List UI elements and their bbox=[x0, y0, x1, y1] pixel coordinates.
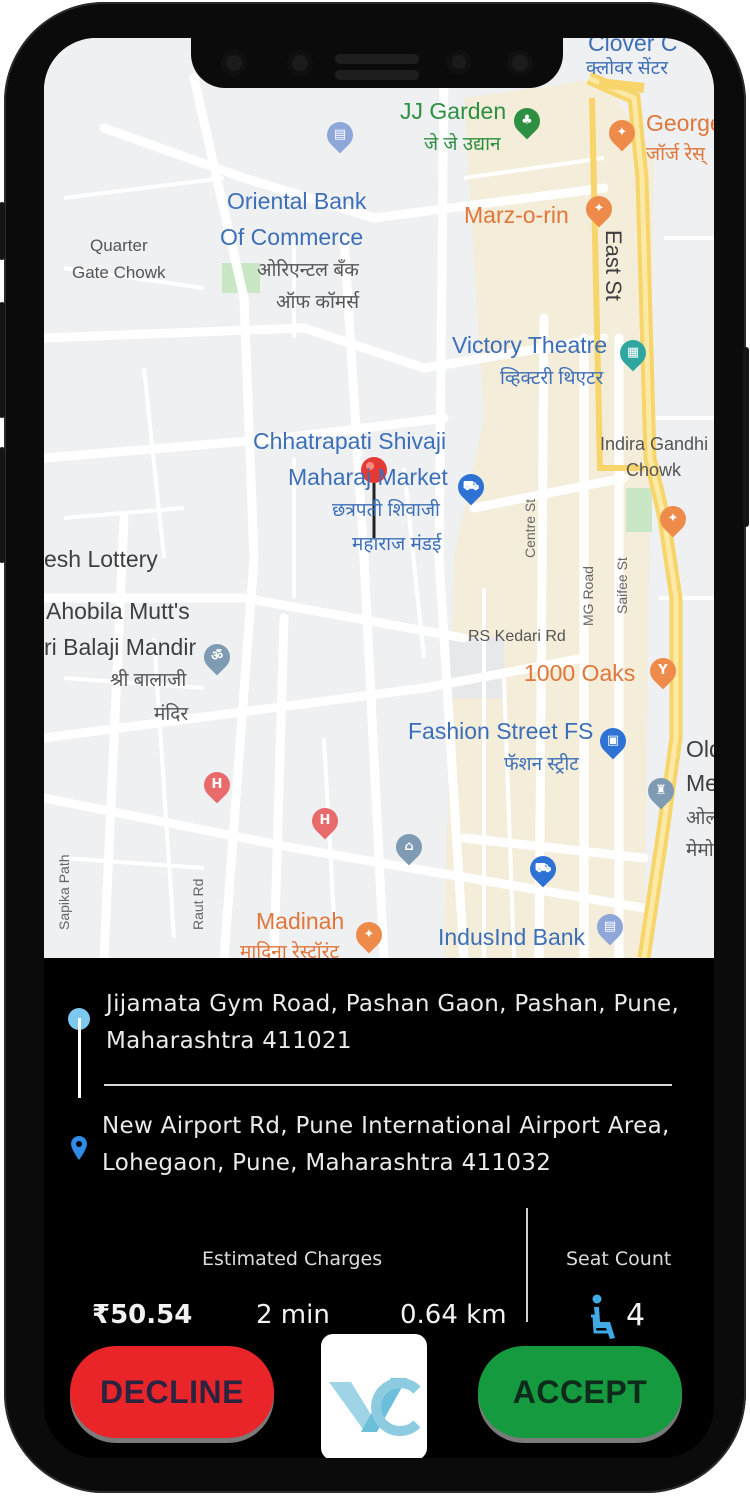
map-label-oriental-bank-2: Of Commerce bbox=[220, 224, 364, 250]
shopping-pin-icon[interactable]: ▣ bbox=[594, 722, 632, 760]
map-label-centre-st: Centre St bbox=[522, 498, 538, 558]
bank-pin-icon[interactable]: ▤ bbox=[591, 908, 629, 946]
map-label-madinah-hi: मादिना रेस्टॉरंट bbox=[240, 942, 340, 958]
shopping-pin-icon[interactable]: ⛟ bbox=[524, 850, 562, 888]
map-label-indira-2: Chowk bbox=[626, 460, 682, 480]
map-label-mg-road: MG Road bbox=[580, 566, 596, 626]
map-label-balaji-hi-1: श्री बालाजी bbox=[110, 670, 187, 691]
restaurant-pin-icon[interactable]: ✦ bbox=[580, 190, 618, 228]
ride-request-sheet: Jijamata Gym Road, Pashan Gaon, Pashan, … bbox=[44, 958, 714, 1458]
map-label-marz-o-rin: Marz-o-rin bbox=[464, 202, 569, 228]
speaker-grille-2 bbox=[335, 70, 419, 80]
estimated-charges-label: Estimated Charges bbox=[202, 1248, 383, 1270]
phone-side-button-left-2 bbox=[0, 302, 5, 418]
map-label-victory-theatre-hi: व्हिक्टरी थिएटर bbox=[500, 368, 604, 389]
map-label-old-1: Old bbox=[686, 736, 714, 762]
app-logo bbox=[321, 1334, 427, 1458]
map-label-raut-rd: Raut Rd bbox=[190, 878, 206, 930]
temple-pin-icon[interactable]: ॐ bbox=[198, 638, 236, 676]
address-divider bbox=[104, 1084, 672, 1086]
map-label-oriental-bank-hi-2: ऑफ कॉमर्स bbox=[276, 292, 360, 313]
hospital-pin-icon[interactable]: H bbox=[306, 802, 344, 840]
decline-button[interactable]: DECLINE bbox=[70, 1346, 274, 1438]
seat-count-label: Seat Count bbox=[566, 1248, 672, 1270]
map-label-madinah: Madinah bbox=[256, 908, 345, 934]
restaurant-pin-icon[interactable]: ✦ bbox=[350, 916, 388, 954]
bank-pin-icon[interactable]: ▤ bbox=[321, 116, 359, 154]
phone-side-button-left-1 bbox=[0, 202, 5, 260]
drop-address: New Airport Rd, Pune International Airpo… bbox=[102, 1113, 670, 1176]
map-label-indusind: IndusInd Bank bbox=[438, 924, 586, 950]
phone-side-button-left-3 bbox=[0, 447, 5, 563]
map-label-sapika-path: Sapika Path bbox=[56, 854, 72, 931]
accept-button[interactable]: ACCEPT bbox=[478, 1346, 682, 1438]
vc-app-logo-icon bbox=[329, 1378, 421, 1436]
camera-icon bbox=[221, 50, 247, 76]
map-label-george: George bbox=[646, 110, 714, 136]
phone-screen: Clover C क्लोवर सेंटर JJ Garden जे जे उद… bbox=[44, 38, 714, 1458]
park-pin-icon[interactable]: ♣ bbox=[508, 102, 546, 140]
shopping-pin-icon[interactable]: ⛟ bbox=[452, 468, 490, 506]
accessible-seat-icon bbox=[591, 1294, 615, 1339]
map-label-fashion-street-hi: फॅशन स्ट्रीट bbox=[504, 754, 579, 775]
map-label-jj-garden: JJ Garden bbox=[400, 98, 507, 124]
route-connector bbox=[78, 1018, 81, 1098]
map-label-ahobila: Ahobila Mutt's bbox=[46, 598, 190, 624]
restaurant-pin-icon[interactable]: ✦ bbox=[603, 114, 641, 152]
map-label-indira-1: Indira Gandhi bbox=[600, 434, 709, 454]
map-label-balaji-hi-2: मंदिर bbox=[154, 704, 189, 725]
map-label-rs-kedari: RS Kedari Rd bbox=[468, 628, 566, 645]
map-label-old-4: मेमो bbox=[686, 840, 714, 861]
front-camera-icon bbox=[507, 50, 533, 76]
map-label-balaji: ri Balaji Mandir bbox=[44, 634, 197, 660]
map-label-old-3: ओल bbox=[686, 808, 714, 829]
map-label-gate-chowk: Gate Chowk bbox=[72, 263, 166, 282]
map-label-quarter: Quarter bbox=[90, 236, 148, 255]
map-label-fashion-street: Fashion Street FS bbox=[408, 718, 594, 744]
map-label-oriental-bank-hi-1: ओरिएन्टल बँक bbox=[257, 260, 359, 281]
map-label-clover: Clover C bbox=[588, 38, 678, 56]
map-label-oriental-bank-1: Oriental Bank bbox=[227, 188, 367, 214]
hospital-pin-icon[interactable]: H bbox=[198, 766, 236, 804]
pickup-address: Jijamata Gym Road, Pashan Gaon, Pashan, … bbox=[106, 991, 680, 1054]
phone-frame: Clover C क्लोवर सेंटर JJ Garden जे जे उद… bbox=[0, 2, 749, 1493]
distance-value: 0.64 km bbox=[400, 1300, 507, 1330]
drop-location-pin-icon bbox=[71, 1136, 87, 1160]
map-label-victory-theatre: Victory Theatre bbox=[452, 332, 608, 358]
speaker-grille bbox=[335, 54, 419, 64]
sensor-icon bbox=[287, 50, 313, 76]
price-value: ₹50.54 bbox=[92, 1300, 193, 1330]
phone-side-button-right bbox=[743, 347, 749, 527]
map-label-clover-hi: क्लोवर सेंटर bbox=[586, 58, 668, 79]
map-label-george-hi: जॉर्ज रेस् bbox=[646, 144, 706, 165]
map-label-chhatrapati-1: Chhatrapati Shivaji bbox=[253, 428, 447, 454]
seat-count-value: 4 bbox=[626, 1298, 646, 1333]
museum-pin-icon[interactable]: ♜ bbox=[642, 772, 680, 810]
current-location-marker-icon[interactable] bbox=[360, 456, 390, 546]
map-label-lottery: esh Lottery bbox=[44, 546, 158, 572]
map-label-saifee-st: Saifee St bbox=[614, 557, 630, 614]
bar-pin-icon[interactable]: Y bbox=[644, 652, 682, 690]
map-label-east-st: East St bbox=[601, 230, 626, 301]
info-vertical-divider bbox=[526, 1208, 528, 1322]
phone-notch bbox=[191, 38, 563, 88]
map-label-jj-garden-hi: जे जे उद्यान bbox=[424, 134, 501, 155]
map-view[interactable]: Clover C क्लोवर सेंटर JJ Garden जे जे उद… bbox=[44, 38, 714, 958]
theatre-pin-icon[interactable]: ▦ bbox=[614, 334, 652, 372]
duration-value: 2 min bbox=[256, 1300, 330, 1330]
school-pin-icon[interactable]: ⌂ bbox=[390, 828, 428, 866]
sensor-icon bbox=[447, 50, 471, 74]
restaurant-pin-icon[interactable]: ✦ bbox=[654, 500, 692, 538]
map-label-old-2: Me bbox=[686, 770, 714, 796]
map-label-1000-oaks: 1000 Oaks bbox=[524, 660, 636, 686]
